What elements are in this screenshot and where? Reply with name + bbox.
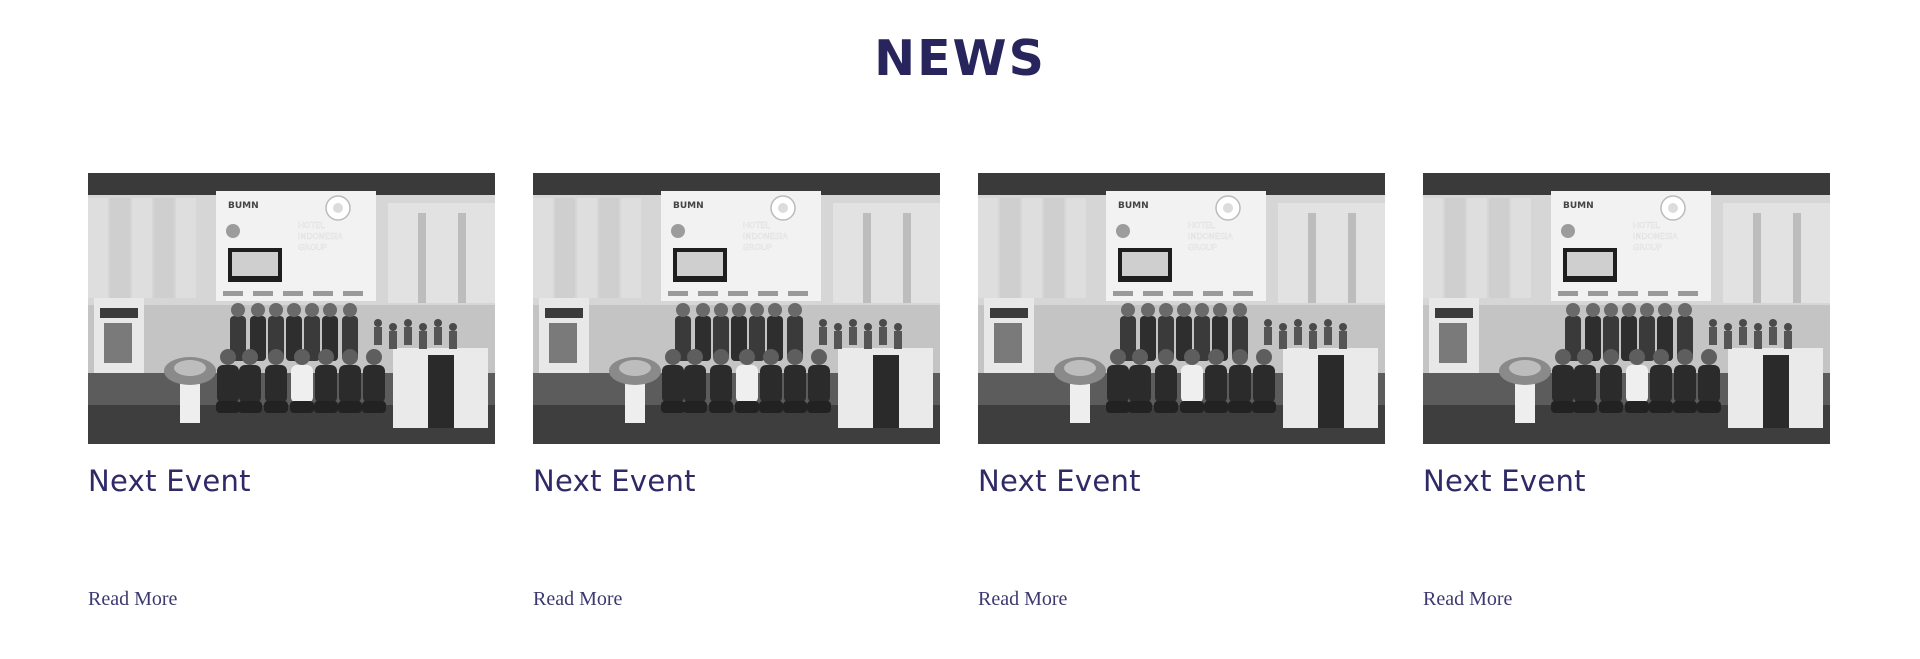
svg-text:BUMN: BUMN bbox=[1118, 201, 1149, 211]
news-card-image[interactable]: BUMN HOTEL INDONESIA GROUP bbox=[1423, 173, 1830, 444]
news-card-title[interactable]: Next Event bbox=[533, 464, 940, 498]
svg-text:HOTEL: HOTEL bbox=[298, 221, 325, 230]
booth-photo: BUMN HOTEL INDONESIA GROUP bbox=[978, 173, 1385, 444]
read-more-link[interactable]: Read More bbox=[978, 588, 1067, 611]
news-card-image[interactable]: BUMN HOTEL INDONESIA GROUP bbox=[533, 173, 940, 444]
booth-photo: BUMN HOTEL INDONESIA GROUP bbox=[88, 173, 495, 444]
news-card: BUMN HOTEL INDONESIA GROUP Next Event Read … bbox=[978, 173, 1385, 611]
svg-text:INDONESIA: INDONESIA bbox=[743, 232, 788, 241]
svg-text:INDONESIA: INDONESIA bbox=[1633, 232, 1678, 241]
news-card: BUMN HOTEL INDONESIA GROUP Next Event Read … bbox=[88, 173, 495, 611]
news-card-title[interactable]: Next Event bbox=[978, 464, 1385, 498]
news-card-image[interactable]: BUMN HOTEL INDONESIA GROUP bbox=[88, 173, 495, 444]
read-more-link[interactable]: Read More bbox=[1423, 588, 1512, 611]
svg-text:BUMN: BUMN bbox=[1563, 201, 1594, 211]
svg-text:HOTEL: HOTEL bbox=[1188, 221, 1215, 230]
news-card-title[interactable]: Next Event bbox=[88, 464, 495, 498]
section-title: NEWS bbox=[874, 30, 1046, 87]
svg-text:GROUP: GROUP bbox=[1188, 243, 1217, 252]
svg-text:HOTEL: HOTEL bbox=[743, 221, 770, 230]
booth-photo: BUMN HOTEL INDONESIA GROUP bbox=[533, 173, 940, 444]
svg-text:GROUP: GROUP bbox=[743, 243, 772, 252]
news-card-title[interactable]: Next Event bbox=[1423, 464, 1830, 498]
svg-text:GROUP: GROUP bbox=[298, 243, 327, 252]
read-more-link[interactable]: Read More bbox=[533, 588, 622, 611]
svg-text:HOTEL: HOTEL bbox=[1633, 221, 1660, 230]
news-card-image[interactable]: BUMN HOTEL INDONESIA GROUP bbox=[978, 173, 1385, 444]
svg-text:BUMN: BUMN bbox=[673, 201, 704, 211]
read-more-link[interactable]: Read More bbox=[88, 588, 177, 611]
svg-text:INDONESIA: INDONESIA bbox=[298, 232, 343, 241]
booth-photo: BUMN HOTEL INDONESIA GROUP bbox=[1423, 173, 1830, 444]
news-card-list: BUMN HOTEL INDONESIA GROUP Next Event Read … bbox=[88, 173, 1835, 611]
svg-text:GROUP: GROUP bbox=[1633, 243, 1662, 252]
news-card: BUMN HOTEL INDONESIA GROUP Next Event Read … bbox=[1423, 173, 1830, 611]
svg-text:INDONESIA: INDONESIA bbox=[1188, 232, 1233, 241]
svg-text:BUMN: BUMN bbox=[228, 201, 259, 211]
news-card: BUMN HOTEL INDONESIA GROUP Next Event Read … bbox=[533, 173, 940, 611]
